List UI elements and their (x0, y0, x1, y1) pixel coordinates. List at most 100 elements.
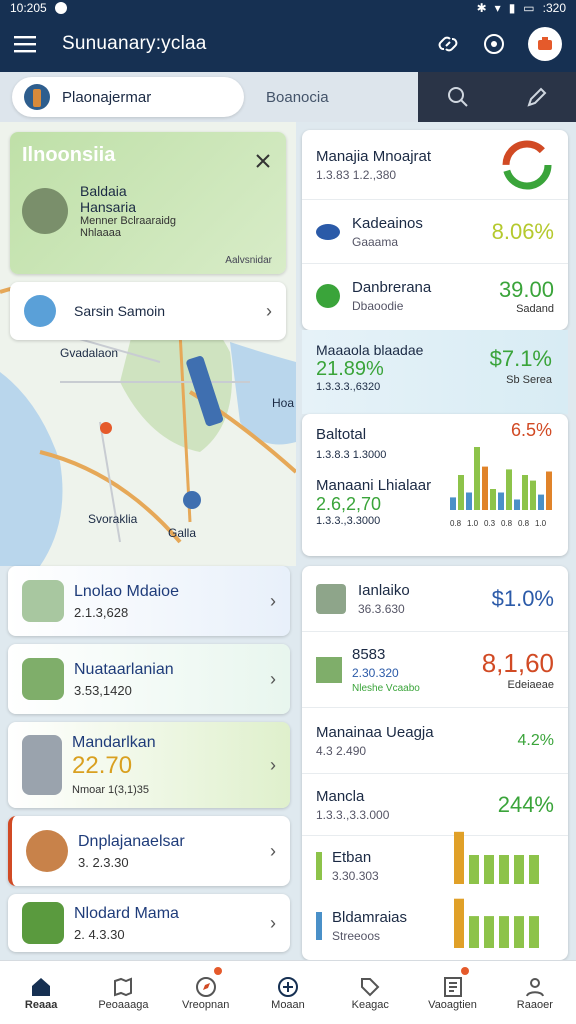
chart-bar (546, 471, 552, 510)
bottom-bar-chart (454, 831, 539, 948)
chevron-right-icon: › (270, 840, 276, 861)
tools-icon[interactable] (254, 152, 272, 170)
wifi-icon: ▾ (494, 1, 501, 15)
chart-bar (498, 492, 504, 510)
highlight-value2: $7.1% (489, 346, 552, 371)
menu-icon[interactable] (14, 35, 36, 53)
stats-header-sub: 1.3.83 1.2.,380 (316, 167, 397, 182)
region-line2: Nhlaaaa (80, 227, 121, 239)
chart-x-label: 0.8 (518, 519, 530, 528)
list-item-title: Dnplajanaelsar (78, 832, 185, 850)
compass-icon (195, 976, 216, 997)
right-panel: Manajia Mnoajrat 1.3.83 1.2.,380 Kadeaino… (302, 130, 568, 960)
list-item[interactable]: Nlodard Mama 2. 4.3.30 › (8, 894, 290, 952)
stats-row-sub: 3.30.303 (332, 869, 379, 883)
temple-icon (26, 830, 68, 872)
list-item[interactable]: Dnplajanaelsar 3. 2.3.30 › (8, 816, 290, 886)
chart-bar (469, 855, 479, 884)
list-item-title: Mandarlkan (72, 734, 156, 751)
stats-card-bottom: Ianlaiko 36.3.630 $1.0% 8583 2.30.320 Nlesh… (302, 566, 568, 960)
chart-x-label: 0.8 (501, 519, 513, 528)
chart-bar (466, 492, 472, 510)
edit-icon[interactable] (525, 85, 549, 109)
tab-secondary[interactable]: Boanocia (266, 89, 329, 106)
chevron-right-icon: › (270, 912, 276, 933)
stats-row-sub: 4.3 2.490 (316, 743, 367, 758)
stats-row-value: 4.2% (517, 731, 554, 749)
help-icon[interactable] (482, 32, 506, 56)
chart-bar (454, 831, 464, 884)
status-time: 10:205 (10, 1, 47, 15)
chevron-right-icon: › (270, 754, 276, 775)
nav-item-compass[interactable]: Vreopnan (165, 961, 247, 1024)
list-item[interactable]: Lnolao Mdaioe 2.1.3,628 › (8, 566, 290, 636)
stats-header-name: Ianlaiko (358, 581, 410, 599)
profile-button[interactable] (528, 27, 562, 61)
building-icon (316, 583, 346, 614)
search-card-label: Sarsin Samoin (74, 303, 166, 319)
battery-level: :320 (542, 1, 566, 15)
region-thumbnail (22, 188, 68, 234)
chart-pct: 6.5% (510, 420, 552, 440)
nav-item-profile[interactable]: Raaoer (494, 961, 576, 1024)
search-card[interactable]: Sarsin Samoin › (10, 282, 286, 340)
chart-bar (484, 855, 494, 884)
monument-icon (22, 735, 62, 795)
stats-row-name: Manainaa Ueagja (316, 723, 434, 741)
bar-marker-icon (316, 852, 322, 880)
link-icon[interactable] (436, 32, 460, 56)
stats-row[interactable]: Manainaa Ueagja 4.3 2.490 4.2% (302, 708, 568, 774)
stats-header-sub: 36.3.630 (358, 601, 405, 616)
chart-bar (514, 499, 520, 510)
nav-item-tag[interactable]: Keagac (329, 961, 411, 1024)
tab-active[interactable]: Plaonajermar (12, 77, 244, 117)
app-bar: Sunuanary:yclaa (0, 16, 576, 72)
chart-bar (514, 916, 524, 948)
map-view[interactable]: Ilnoonsiia Baldaia Hansaria Menner Bclra… (0, 122, 296, 566)
tag-icon (361, 977, 380, 996)
chart-bar (529, 916, 539, 948)
search-icon[interactable] (446, 85, 470, 109)
chart-x-label: 1.0 (535, 519, 547, 528)
chevron-right-icon: › (270, 590, 276, 611)
map-label-a: Gvadalaon (60, 346, 119, 360)
stats-row[interactable]: Kadeainos Gaaama 8.06% (302, 200, 568, 264)
nav-item-add[interactable]: Moaan (247, 961, 329, 1024)
stats-row-value: 244% (497, 791, 554, 817)
nav-item-map[interactable]: Peoaaaga (82, 961, 164, 1024)
chart-bar (499, 916, 509, 948)
list-item[interactable]: Mandarlkan 22.70 Nmoar 1(3,1)35 › (8, 722, 290, 808)
nav-item-list[interactable]: Vaoagtien (411, 961, 493, 1024)
stats-row[interactable]: 8583 2.30.320 Nleshe Vcaabo 8,1,60 Edeiaeae (302, 632, 568, 708)
stats-card-top: Manajia Mnoajrat 1.3.83 1.2.,380 Kadeaino… (302, 130, 568, 330)
list-item[interactable]: Nuataarlanian 3.53,1420 › (8, 644, 290, 714)
stats-row[interactable]: Danbrerana Dbaoodie 39.00 Sadand (302, 264, 568, 328)
signal-icon: ▮ (508, 1, 516, 15)
chart-bar (529, 855, 539, 884)
stats-row-value: 39.00 (498, 277, 554, 302)
donut-chart-icon (502, 140, 552, 189)
chevron-right-icon: › (266, 300, 272, 321)
stats-row-name: Bldamraias (332, 909, 408, 926)
chart-bar (499, 855, 509, 884)
nav-label: Moaan (271, 998, 305, 1011)
mini-bar-chart: 0.8 1.0 0.3 0.8 0.8 1.0 (450, 447, 552, 528)
stats-row-sub: 2.30.320 (352, 665, 399, 680)
chart-bar (530, 480, 536, 510)
stats-row-sub: Streeoos (332, 929, 381, 943)
region-card[interactable]: Ilnoonsiia Baldaia Hansaria Menner Bclra… (10, 132, 286, 274)
stats-header-name: Manajia Mnoajrat (316, 147, 432, 165)
building-icon (22, 580, 64, 622)
chart-bar (522, 475, 528, 510)
tab-tools (418, 72, 576, 122)
stats-row-name: 8583 (352, 645, 386, 663)
nav-item-home[interactable]: Reaaa (0, 961, 82, 1024)
list-item-value: 3.53,1420 (74, 682, 132, 698)
list-item-sub: Nmoar 1(3,1)35 (72, 784, 150, 796)
list-item-title: Lnolao Mdaioe (74, 582, 179, 600)
stats-row-small: Edeiaeae (507, 679, 555, 691)
stats-highlight[interactable]: Maaaola blaadae 21.89% 1.3.3.3.,6320 $7.… (302, 330, 568, 414)
chart-x-label: 1.0 (467, 519, 479, 528)
search-card-icon (24, 295, 56, 327)
stats-row-small: Sadand (516, 303, 554, 315)
